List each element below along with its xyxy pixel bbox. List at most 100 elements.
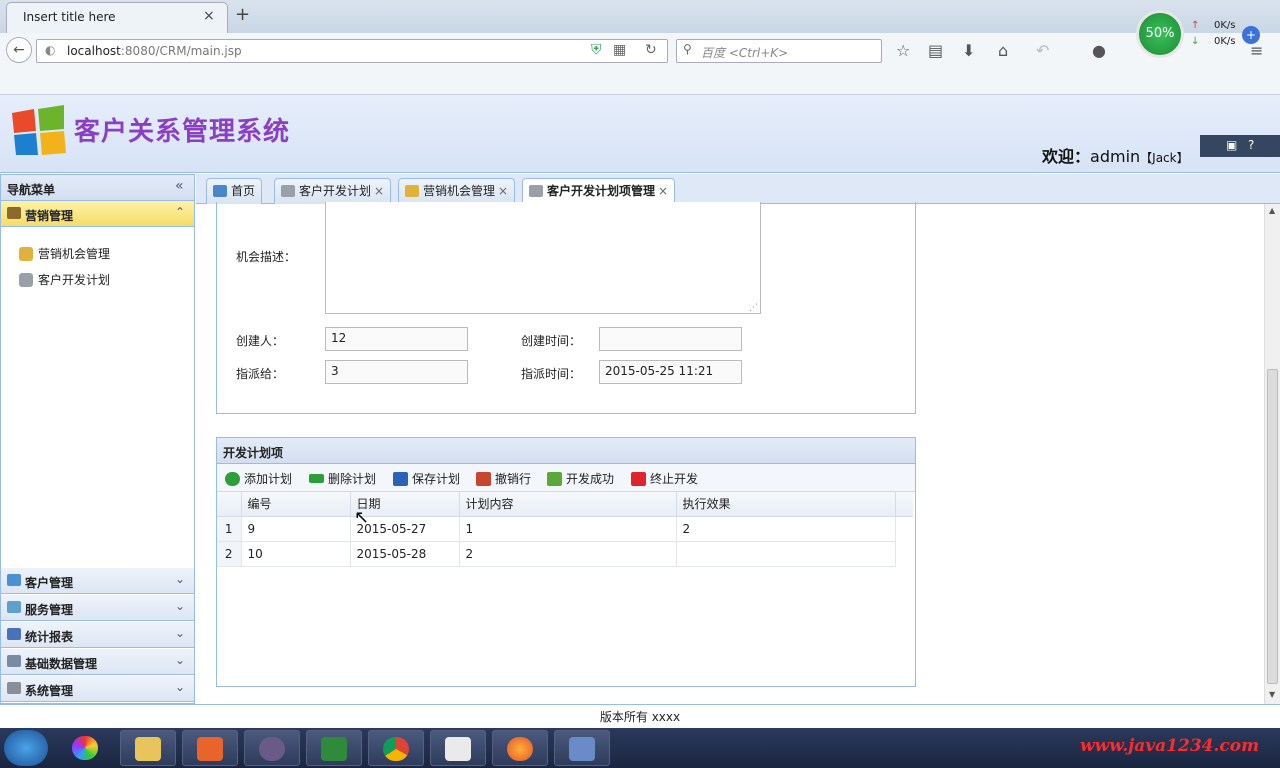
bookmark-star-icon[interactable]: ☆ xyxy=(896,41,910,60)
coins-icon xyxy=(405,185,419,197)
shield-icon[interactable]: ⛨ xyxy=(591,42,602,58)
cell-content[interactable]: 2 xyxy=(459,541,677,567)
table-row[interactable]: 1 9 2015-05-27 1 2 xyxy=(217,516,913,542)
scrollbar-thumb[interactable] xyxy=(1267,369,1278,684)
plan-items-table: 编号 日期 计划内容 执行效果 1 9 2015-05-27 1 2 2 10 … xyxy=(217,492,913,567)
new-tab-button[interactable]: + xyxy=(235,4,250,25)
cell-id[interactable]: 10 xyxy=(241,541,351,567)
sidebar-section-marketing[interactable]: 营销管理 ⌃ xyxy=(1,201,194,227)
taskbar-app-mysql[interactable] xyxy=(554,730,610,766)
column-header[interactable]: 编号 xyxy=(241,492,351,517)
desc-textarea[interactable]: ⋰ xyxy=(325,202,761,314)
tab-close-icon[interactable]: × xyxy=(498,184,508,198)
cell-id[interactable]: 9 xyxy=(241,516,351,542)
taskbar-app-picasa[interactable] xyxy=(58,730,114,766)
scroll-up-icon[interactable]: ▲ xyxy=(1269,206,1275,215)
cell-effect[interactable]: 2 xyxy=(676,516,896,542)
resize-handle-icon[interactable]: ⋰ xyxy=(749,303,758,313)
search-icon: ⚲ xyxy=(683,42,692,56)
chevron-down-icon: ⌄ xyxy=(175,626,186,640)
browser-tab-close-icon[interactable]: × xyxy=(203,8,215,24)
tab-close-icon[interactable]: × xyxy=(658,184,668,198)
sidebar-section-basedata[interactable]: 基础数据管理 ⌄ xyxy=(1,649,194,675)
column-header[interactable]: 执行效果 xyxy=(676,492,896,517)
download-icon[interactable]: ⬇ xyxy=(962,41,975,60)
assign-time-field[interactable]: 2015-05-25 11:21 xyxy=(599,360,742,384)
sidebar-section-customer[interactable]: 客户管理 ⌄ xyxy=(1,568,194,594)
remove-icon xyxy=(309,474,324,483)
stop-dev-button[interactable]: 终止开发 xyxy=(631,470,698,487)
delete-plan-button[interactable]: 删除计划 xyxy=(309,470,376,487)
plan-panel-header: 开发计划项 xyxy=(217,438,915,464)
undo-row-button[interactable]: 撤销行 xyxy=(476,470,531,487)
dev-success-button[interactable]: 开发成功 xyxy=(547,470,614,487)
address-bar[interactable]: ◐ localhost:8080/CRM/main.jsp ⛨ ▦ ↻ xyxy=(36,39,668,63)
desc-label: 机会描述： xyxy=(236,250,297,264)
realname: 【Jack】 xyxy=(1140,151,1189,165)
taskbar-app-explorer[interactable] xyxy=(120,730,176,766)
creator-field[interactable]: 12 xyxy=(325,327,468,351)
save-plan-button[interactable]: 保存计划 xyxy=(393,470,460,487)
sidebar-section-label: 营销管理 xyxy=(25,209,74,223)
mouse-cursor-icon: ↖ xyxy=(354,507,370,528)
back-icon[interactable]: ← xyxy=(6,37,32,63)
sidebar-section-service[interactable]: 服务管理 ⌄ xyxy=(1,595,194,621)
assignee-field[interactable]: 3 xyxy=(325,360,468,384)
firefox-icon xyxy=(507,737,533,761)
taskbar-app-firefox[interactable] xyxy=(492,730,548,766)
cell-date[interactable]: 2015-05-28 xyxy=(350,541,460,567)
app-title: 客户关系管理系统 xyxy=(74,117,291,147)
taskbar-app-camtasia-recorder[interactable] xyxy=(430,730,486,766)
browser-tab[interactable]: Insert title here × xyxy=(6,2,228,33)
sidebar-item-dev-plan[interactable]: 客户开发计划 xyxy=(19,271,110,288)
taskbar-app-presentation[interactable] xyxy=(182,730,238,766)
database-icon xyxy=(7,655,21,667)
reload-icon[interactable]: ↻ xyxy=(645,42,657,58)
tab-close-icon[interactable]: × xyxy=(374,184,384,198)
reading-list-icon[interactable]: ▤ xyxy=(928,41,943,60)
tab-label: 首页 xyxy=(231,184,256,198)
search-box[interactable]: ⚲ 百度 <Ctrl+K> xyxy=(676,39,882,63)
add-icon[interactable]: + xyxy=(1242,26,1260,44)
sidebar-item-opportunity[interactable]: 营销机会管理 xyxy=(19,245,110,262)
stop-icon xyxy=(631,472,646,486)
collapse-icon[interactable]: « xyxy=(175,178,184,194)
help-icon[interactable]: ? xyxy=(1248,138,1254,152)
opportunity-form: 机会描述： ⋰ 创建人： 12 创建时间： 指派给： 3 指派时间： 2015-… xyxy=(216,202,916,414)
taskbar-app-eclipse[interactable] xyxy=(244,730,300,766)
add-plan-button[interactable]: 添加计划 xyxy=(225,470,292,487)
tab-opportunity[interactable]: 营销机会管理 × xyxy=(398,178,516,204)
app-logo xyxy=(12,105,66,155)
tab-dev-plan-items[interactable]: 客户开发计划项管理 × xyxy=(522,178,676,205)
table-row[interactable]: 2 10 2015-05-28 2 xyxy=(217,541,913,567)
tab-dev-plan[interactable]: 客户开发计划 × xyxy=(274,178,392,204)
home-icon[interactable]: ⌂ xyxy=(998,41,1008,60)
cell-content[interactable]: 1 xyxy=(459,516,677,542)
site-info-icon[interactable]: ◐ xyxy=(45,43,55,57)
taskbar-app-chrome[interactable] xyxy=(368,730,424,766)
scroll-down-icon[interactable]: ▼ xyxy=(1269,690,1275,699)
sidebar-section-reports[interactable]: 统计报表 ⌄ xyxy=(1,622,194,648)
create-time-field[interactable] xyxy=(599,327,742,351)
sidebar-section-label: 系统管理 xyxy=(25,684,74,698)
sidebar-section-system[interactable]: 系统管理 ⌄ xyxy=(1,676,194,702)
note-icon[interactable]: ▣ xyxy=(1226,138,1237,152)
cell-effect[interactable] xyxy=(676,541,896,567)
column-header[interactable]: 计划内容 xyxy=(459,492,677,517)
toolbar-label: 添加计划 xyxy=(244,472,293,486)
chat-icon[interactable]: ● xyxy=(1092,41,1106,60)
undo-icon[interactable]: ↶ xyxy=(1036,41,1049,60)
content-scrollbar[interactable]: ▲ ▼ xyxy=(1264,204,1280,704)
plan-icon xyxy=(19,273,33,287)
picasa-icon xyxy=(72,736,98,760)
plan-icon xyxy=(529,185,543,197)
tab-home[interactable]: 首页 xyxy=(206,178,263,204)
save-icon xyxy=(393,472,408,486)
taskbar-app-camtasia[interactable] xyxy=(306,730,362,766)
floating-toolbar[interactable]: ▣ ? xyxy=(1200,135,1280,157)
qr-code-icon[interactable]: ▦ xyxy=(613,42,626,58)
sidebar-item-label: 客户开发计划 xyxy=(38,273,111,287)
start-button[interactable] xyxy=(4,730,48,766)
table-header-row: 编号 日期 计划内容 执行效果 xyxy=(217,492,913,517)
browser-tab-title: Insert title here xyxy=(23,10,116,24)
